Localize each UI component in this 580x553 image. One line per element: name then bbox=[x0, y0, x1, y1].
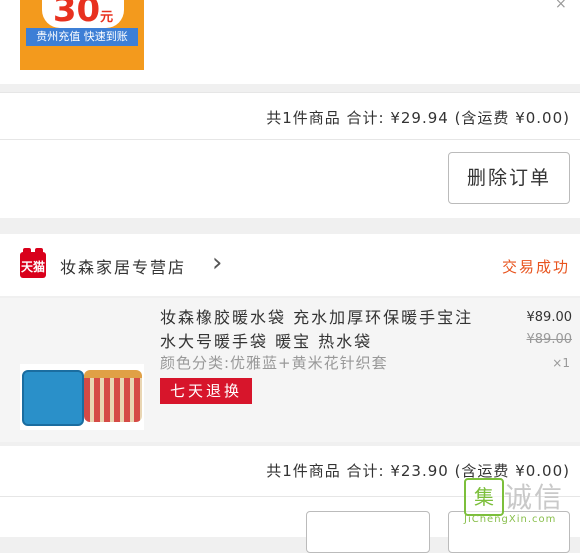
watermark-text: 诚信 bbox=[504, 481, 565, 514]
product-sku: 颜色分类:优雅蓝+黄米花针织套 bbox=[160, 354, 388, 372]
order1-summary-text: 共1件商品 合计: ¥29.94 (含运费 ¥0.00) bbox=[266, 109, 570, 127]
price-current: ¥89.00 bbox=[526, 310, 573, 325]
delete-order-button[interactable]: 删除订单 bbox=[448, 152, 570, 204]
promo-badge: 30元 bbox=[42, 0, 124, 30]
hot-water-bottle-image bbox=[22, 370, 84, 426]
seven-day-return-badge: 七天退换 bbox=[160, 378, 253, 404]
shop-name[interactable]: 妆森家居专营店 bbox=[60, 254, 186, 278]
order2-action-button-1[interactable] bbox=[306, 511, 430, 553]
order1-summary-bar: 共1件商品 合计: ¥29.94 (含运费 ¥0.00) bbox=[0, 92, 580, 139]
watermark-url: JiChengXin.com bbox=[464, 514, 557, 525]
watermark-logo-icon: 集 bbox=[464, 478, 504, 516]
chevron-right-icon[interactable]: › bbox=[212, 248, 222, 278]
order2-product-image[interactable] bbox=[20, 364, 144, 430]
site-watermark: 集 诚信 JiChengXin.com bbox=[464, 478, 578, 525]
order-status: 交易成功 bbox=[501, 258, 570, 276]
price-original: ¥89.00 bbox=[526, 332, 573, 347]
order1-product-image[interactable]: 30元 贵州充值 快速到账 bbox=[20, 0, 144, 70]
product-title[interactable]: 妆森橡胶暖水袋 充水加厚环保暖手宝注水大号暖手袋 暖宝 热水袋 bbox=[160, 306, 480, 354]
promo-strip: 贵州充值 快速到账 bbox=[26, 28, 138, 46]
order1-quantity: × bbox=[555, 0, 567, 12]
knit-cover-image bbox=[84, 370, 142, 422]
tmall-logo-icon: 天猫 bbox=[20, 248, 46, 278]
item-quantity: ×1 bbox=[552, 356, 570, 370]
order1-actions-bar: 删除订单 bbox=[0, 139, 580, 218]
